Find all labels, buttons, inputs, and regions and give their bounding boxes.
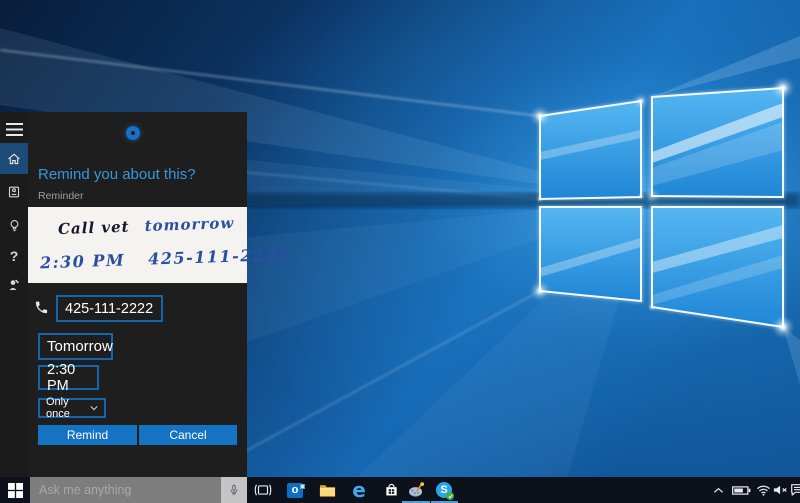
hamburger-icon [6,123,23,136]
cortana-sidebar: ? [0,112,28,477]
tray-action-center[interactable] [789,477,800,503]
home-icon [7,152,21,166]
search-input[interactable] [30,477,221,503]
sidebar-item-feedback[interactable] [0,272,28,296]
hamburger-menu-button[interactable] [0,119,28,139]
lightbulb-icon [8,219,21,233]
remind-button[interactable]: Remind [38,425,137,445]
tray-volume[interactable] [772,477,790,503]
start-button[interactable] [0,477,30,503]
wifi-icon [756,484,771,496]
tray-battery[interactable] [730,477,752,503]
task-view-button[interactable] [249,477,277,503]
windows-logo-icon [8,483,23,498]
cortana-logo [126,126,140,140]
tray-network[interactable] [754,477,772,503]
feedback-person-icon [8,278,21,291]
help-icon: ? [10,248,19,264]
cortana-panel: ? Remind you about this? Reminder Call v… [0,112,247,477]
recurrence-value: Only once [46,396,90,420]
chevron-down-icon [90,405,98,411]
taskbar: o e [0,477,800,503]
desktop-screen: ? Remind you about this? Reminder Call v… [0,0,800,503]
taskbar-app-edge[interactable]: e [345,477,373,503]
ink-canvas[interactable]: Call vet tomorrow 2:30 PM 425-111-2222 [28,207,247,283]
chevron-up-icon [713,487,724,494]
skype-icon: S [436,482,452,498]
notebook-icon [7,185,21,199]
sidebar-item-reminders[interactable] [0,214,28,238]
cancel-button[interactable]: Cancel [139,425,237,445]
microphone-icon [228,483,240,497]
ink-line-1: Call vet tomorrow [58,214,235,238]
sidebar-item-help[interactable]: ? [0,244,28,268]
volume-muted-icon [773,484,789,496]
taskbar-app-outlook[interactable]: o [281,477,309,503]
action-center-icon [790,483,800,497]
time-field[interactable]: 2:30 PM [38,365,99,390]
store-icon [384,482,399,498]
battery-icon [732,485,751,496]
taskbar-search[interactable] [30,477,247,503]
mic-button[interactable] [221,477,247,503]
phone-field[interactable]: 425-111-2222 [56,295,163,322]
edge-icon: e [352,479,366,501]
taskbar-app-file-explorer[interactable] [313,477,341,503]
fresh-paint-icon [408,482,425,498]
date-field[interactable]: Tomorrow [38,333,113,360]
task-view-icon [254,483,272,497]
outlook-icon: o [287,483,303,498]
recurrence-dropdown[interactable]: Only once [38,398,106,418]
ink-text-time: 2:30 PM [40,250,126,272]
tray-show-hidden-icons[interactable] [709,477,727,503]
sidebar-item-notebook[interactable] [0,180,28,204]
taskbar-app-store[interactable] [377,477,405,503]
file-explorer-icon [319,483,336,497]
phone-icon [34,300,49,320]
skype-status-badge [446,492,454,500]
page-title: Remind you about this? [38,166,196,183]
sidebar-item-home[interactable] [0,143,28,174]
taskbar-app-skype[interactable]: S [430,477,458,503]
reminder-section-label: Reminder [38,190,84,202]
ink-text-call-vet: Call vet [58,218,130,238]
ink-text-tomorrow: tomorrow [144,214,234,235]
taskbar-app-fresh-paint[interactable] [403,477,430,503]
